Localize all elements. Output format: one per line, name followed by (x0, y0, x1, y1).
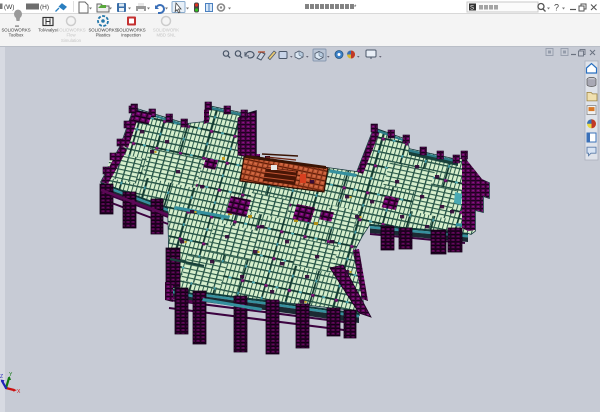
svg-text:Plastics: Plastics (96, 33, 111, 38)
svg-text:Z: Z (0, 374, 3, 380)
svg-text:Inspection: Inspection (121, 33, 141, 38)
svg-text:SOLIDWORK: SOLIDWORK (153, 28, 179, 33)
svg-text:Flow: Flow (66, 33, 76, 38)
svg-text:TolAnalyst: TolAnalyst (38, 28, 58, 33)
svg-text:Toolbox: Toolbox (9, 33, 25, 38)
svg-text:S: S (470, 6, 474, 12)
svg-text:(H): (H) (40, 4, 49, 11)
svg-text:SOLIDWORKS: SOLIDWORKS (1, 28, 30, 33)
svg-text:(W): (W) (4, 4, 14, 11)
svg-text:SOLIDWORKS: SOLIDWORKS (56, 28, 85, 33)
svg-text:SOLIDWORKS: SOLIDWORKS (88, 28, 117, 33)
svg-text:MBD SNL: MBD SNL (156, 33, 176, 38)
svg-text:?: ? (554, 3, 559, 13)
svg-text:SOLIDWORKS: SOLIDWORKS (116, 28, 145, 33)
svg-text:Simulation: Simulation (61, 38, 82, 43)
